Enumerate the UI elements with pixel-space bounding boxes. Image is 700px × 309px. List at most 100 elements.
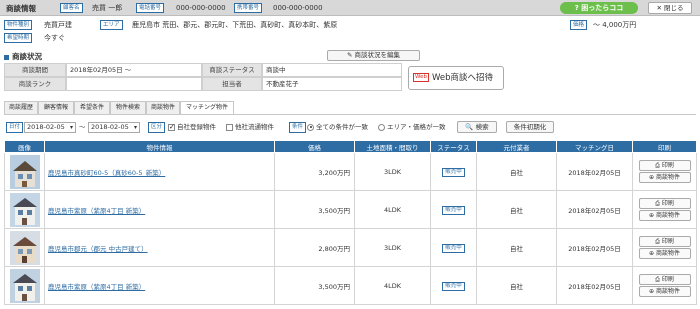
house-photo-icon bbox=[9, 268, 40, 303]
status-badge: 販売中 bbox=[442, 167, 465, 177]
tab-customer[interactable]: 顧客情報 bbox=[38, 101, 74, 114]
date-tag: 日付 bbox=[6, 122, 24, 133]
date-cell: 2018年02月05日 bbox=[556, 190, 633, 229]
own-property-checkbox[interactable]: 自社登録物件 bbox=[168, 122, 216, 133]
property-link[interactable]: 鹿児島市紫原（紫原4丁目 新築） bbox=[48, 283, 145, 291]
house-photo-icon bbox=[9, 154, 40, 189]
phone-tag: 電話番号 bbox=[136, 3, 165, 13]
other-label: 他社流通物件 bbox=[235, 123, 274, 131]
date-to-select[interactable]: 2018-02-05 bbox=[88, 122, 140, 133]
property-link[interactable]: 鹿児島市郡元（郡元 中古戸建て） bbox=[48, 245, 148, 253]
status-label: 商談ステータス bbox=[202, 63, 262, 77]
search-button[interactable]: 🔍 検索 bbox=[457, 121, 497, 133]
customer-name-value: 売買 一郎 bbox=[92, 4, 123, 12]
web-invite-button[interactable]: Web Web商談へ招待 bbox=[408, 66, 504, 90]
add-deal-button[interactable]: ⊕ 商談物件 bbox=[638, 248, 691, 259]
printer-icon: ⎙ bbox=[655, 162, 660, 169]
table-row: 鹿児島市郡元（郡元 中古戸建て） 2,800万円 3LDK 販売中 自社 201… bbox=[4, 228, 697, 267]
header-price: 価格 bbox=[274, 140, 355, 153]
date-from-select[interactable]: 2018-02-05 bbox=[24, 122, 76, 133]
radio-icon bbox=[378, 123, 385, 131]
layout-cell: 3LDK bbox=[354, 152, 431, 191]
add-deal-button[interactable]: ⊕ 商談物件 bbox=[638, 210, 691, 221]
header-image: 画像 bbox=[4, 140, 45, 153]
table-row: 鹿児島市真砂町60-5（真砂60-5_新築） 3,200万円 3LDK 販売中 … bbox=[4, 152, 697, 191]
deal-label: 商談物件 bbox=[655, 288, 680, 295]
table-header-row: 画像 物件情報 価格 土地面積・間取り ステータス 元付業者 マッチング日 印刷 bbox=[4, 140, 697, 153]
close-button[interactable]: ✕ 閉じる bbox=[648, 2, 692, 14]
house-photo-icon bbox=[9, 230, 40, 265]
category-tag: 区分 bbox=[148, 122, 166, 133]
condition-tag: 条件 bbox=[289, 122, 307, 133]
layout-cell: 3LDK bbox=[354, 228, 431, 267]
tab-matching[interactable]: マッチング物件 bbox=[180, 101, 234, 115]
date-separator: ～ bbox=[79, 123, 86, 131]
tab-conditions[interactable]: 希望条件 bbox=[74, 101, 110, 114]
price-cell: 3,500万円 bbox=[274, 190, 355, 229]
help-button[interactable]: ? 困ったらココ bbox=[560, 2, 638, 14]
deal-label: 商談物件 bbox=[655, 212, 680, 219]
close-label: 閉じる bbox=[664, 4, 684, 12]
radio-selected-icon bbox=[307, 123, 314, 131]
phone-value: 000-000-0000 bbox=[176, 4, 226, 12]
date-cell: 2018年02月05日 bbox=[556, 152, 633, 191]
close-icon: ✕ bbox=[656, 4, 662, 12]
help-label: 困ったらココ bbox=[581, 4, 624, 12]
tab-deal-properties[interactable]: 商談物件 bbox=[146, 101, 180, 114]
agent-cell: 自社 bbox=[476, 190, 557, 229]
tab-history[interactable]: 商談履歴 bbox=[4, 101, 38, 114]
edit-status-button[interactable]: ✎ 商談状況を編集 bbox=[327, 50, 420, 61]
deal-label: 商談物件 bbox=[655, 174, 680, 181]
search-label: 検索 bbox=[475, 123, 489, 131]
checkbox-icon bbox=[226, 123, 233, 131]
area-price-label: エリア・価格が一致 bbox=[387, 123, 446, 131]
price-cell: 2,800万円 bbox=[274, 228, 355, 267]
date-cell: 2018年02月05日 bbox=[556, 228, 633, 267]
tab-divider bbox=[4, 114, 696, 115]
price-tag: 価格 bbox=[570, 20, 588, 30]
property-type-tag: 物件種別 bbox=[4, 20, 33, 30]
own-label: 自社登録物件 bbox=[177, 123, 216, 131]
timing-value: 今すぐ bbox=[44, 34, 65, 42]
area-price-radio[interactable]: エリア・価格が一致 bbox=[378, 122, 446, 133]
table-row: 鹿児島市紫原（紫原4丁目 新築） 3,500万円 4LDK 販売中 自社 201… bbox=[4, 266, 697, 305]
layout-cell: 4LDK bbox=[354, 190, 431, 229]
printer-icon: ⎙ bbox=[655, 276, 660, 283]
property-link[interactable]: 鹿児島市真砂町60-5（真砂60-5_新築） bbox=[48, 169, 165, 177]
header-date: マッチング日 bbox=[556, 140, 633, 153]
price-cell: 3,500万円 bbox=[274, 266, 355, 305]
tab-search[interactable]: 物件検索 bbox=[110, 101, 146, 114]
web-badge: Web bbox=[413, 73, 429, 82]
add-deal-button[interactable]: ⊕ 商談物件 bbox=[638, 172, 691, 183]
print-button[interactable]: ⎙ 印刷 bbox=[638, 236, 691, 247]
print-button[interactable]: ⎙ 印刷 bbox=[638, 274, 691, 285]
mobile-value: 000-000-0000 bbox=[273, 4, 323, 12]
area-tag: エリア bbox=[100, 20, 123, 30]
reset-button[interactable]: 条件初期化 bbox=[506, 121, 554, 133]
property-type-value: 売買戸建 bbox=[44, 21, 72, 29]
price-value: ～ 4,000万円 bbox=[593, 21, 637, 29]
printer-icon: ⎙ bbox=[655, 200, 660, 207]
rank-value bbox=[66, 77, 202, 91]
other-property-checkbox[interactable]: 他社流通物件 bbox=[226, 122, 274, 133]
date-cell: 2018年02月05日 bbox=[556, 266, 633, 305]
header-status: ステータス bbox=[430, 140, 477, 153]
print-button[interactable]: ⎙ 印刷 bbox=[638, 198, 691, 209]
header-print: 印刷 bbox=[632, 140, 697, 153]
top-bar: 商談情報 顧客名 売買 一郎 電話番号 000-000-0000 携帯番号 00… bbox=[0, 0, 700, 16]
print-button[interactable]: ⎙ 印刷 bbox=[638, 160, 691, 171]
mobile-tag: 携帯番号 bbox=[234, 3, 263, 13]
house-photo-icon bbox=[9, 192, 40, 227]
staff-value: 不動産花子 bbox=[262, 77, 402, 91]
header-agent: 元付業者 bbox=[476, 140, 557, 153]
property-link[interactable]: 鹿児島市紫原（紫原4丁目 新築） bbox=[48, 207, 145, 215]
plus-icon: ⊕ bbox=[649, 288, 655, 295]
timing-tag: 希望時期 bbox=[4, 33, 33, 43]
add-deal-button[interactable]: ⊕ 商談物件 bbox=[638, 286, 691, 297]
agent-cell: 自社 bbox=[476, 152, 557, 191]
section-square-icon bbox=[4, 54, 9, 60]
all-match-radio[interactable]: 全ての条件が一致 bbox=[307, 122, 368, 133]
matching-table: 画像 物件情報 価格 土地面積・間取り ステータス 元付業者 マッチング日 印刷… bbox=[4, 140, 697, 305]
web-invite-label: Web商談へ招待 bbox=[432, 73, 494, 83]
edit-icon: ✎ bbox=[346, 51, 353, 59]
